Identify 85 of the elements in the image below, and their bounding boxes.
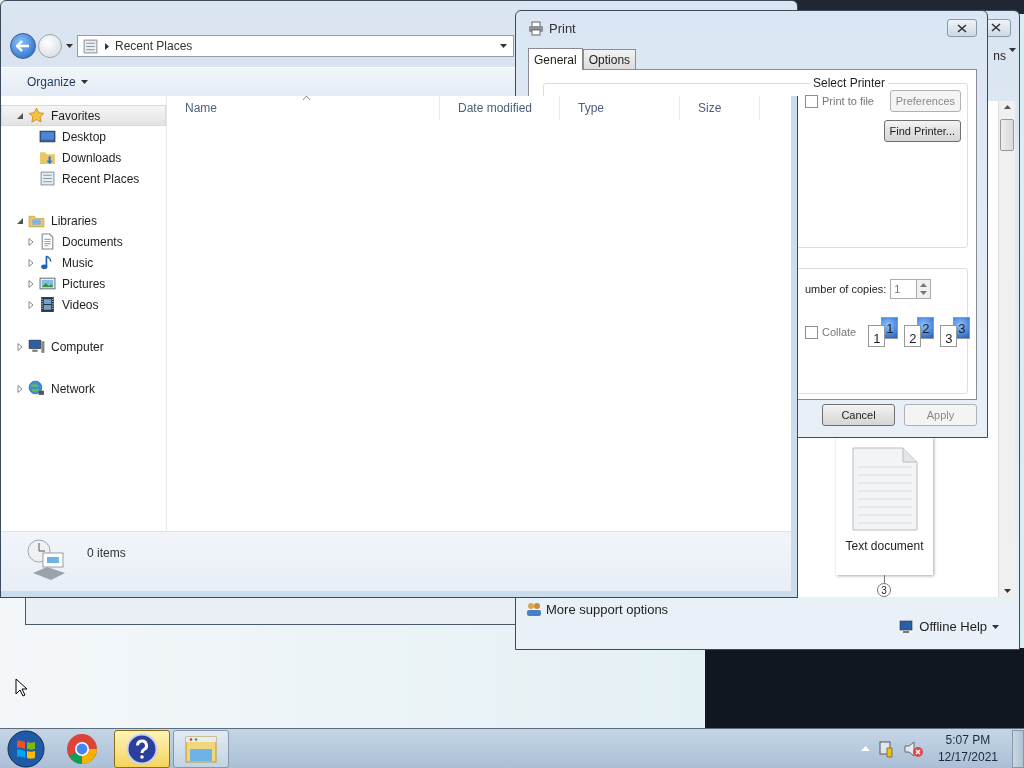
tree-item[interactable]: Computer bbox=[1, 336, 166, 357]
page-thumbnail: 3 bbox=[940, 325, 958, 347]
breadcrumb-arrow-icon bbox=[105, 42, 109, 50]
collapsed-arrow-icon[interactable] bbox=[27, 258, 35, 267]
caret-icon bbox=[992, 624, 999, 629]
toolbar-label[interactable]: ns bbox=[993, 48, 1006, 65]
tab[interactable]: General bbox=[528, 48, 583, 70]
computer-icon bbox=[28, 338, 45, 355]
page-thumbnail: 1 bbox=[868, 325, 886, 347]
tree-item[interactable]: Music bbox=[1, 252, 166, 273]
recent-places-icon bbox=[82, 37, 99, 55]
expanded-arrow-icon[interactable] bbox=[16, 111, 24, 120]
close-icon bbox=[957, 23, 967, 33]
folder-window-icon bbox=[184, 733, 218, 764]
network-warning-icon[interactable] bbox=[877, 739, 896, 758]
star-icon bbox=[28, 107, 45, 124]
support-link[interactable]: More support options bbox=[526, 601, 999, 618]
collapsed-arrow-icon[interactable] bbox=[16, 384, 24, 393]
tree-item[interactable]: Desktop bbox=[1, 126, 166, 147]
document-label: Text document bbox=[845, 539, 924, 554]
text-document-icon bbox=[851, 447, 918, 532]
tree-item[interactable]: Documents bbox=[1, 231, 166, 252]
show-hidden-icons-icon[interactable] bbox=[860, 746, 870, 751]
collapsed-arrow-icon[interactable] bbox=[16, 342, 24, 351]
show-desktop-button[interactable] bbox=[1012, 729, 1024, 768]
start-button[interactable] bbox=[6, 728, 46, 768]
scrollbar-thumb[interactable] bbox=[1000, 119, 1014, 152]
item-count: 0 items bbox=[87, 546, 126, 560]
page-thumbnail: 2 bbox=[904, 325, 922, 347]
taskbar-button[interactable] bbox=[114, 729, 170, 768]
recent-places-icon bbox=[39, 170, 56, 187]
copies-field[interactable]: 1 bbox=[890, 279, 917, 299]
tree-item[interactable]: Network bbox=[1, 378, 166, 399]
tree-item[interactable]: Recent Places bbox=[1, 168, 166, 189]
clock[interactable]: 5:07 PM 12/17/2021 bbox=[931, 731, 1004, 766]
help-icon bbox=[126, 732, 158, 765]
spin-arrows-icon[interactable] bbox=[916, 279, 932, 299]
find-printer-button[interactable]: Find Printer... bbox=[883, 120, 961, 142]
checkbox-label: Collate bbox=[822, 326, 857, 338]
expanded-arrow-icon[interactable] bbox=[16, 216, 24, 225]
desktop-icon bbox=[39, 128, 56, 145]
tree-item[interactable]: Favorites bbox=[1, 105, 166, 126]
offline-help-button[interactable]: Offline Help bbox=[898, 619, 999, 635]
checkbox[interactable] bbox=[805, 94, 818, 108]
breadcrumb[interactable]: Recent Places bbox=[115, 39, 193, 53]
checkbox[interactable] bbox=[805, 325, 818, 339]
back-arrow-icon bbox=[16, 40, 30, 52]
organize-button[interactable]: Organize bbox=[19, 75, 96, 89]
collapsed-arrow-icon[interactable] bbox=[27, 300, 35, 309]
network-icon bbox=[28, 380, 45, 397]
caret-icon bbox=[80, 80, 88, 84]
tree-item[interactable]: Libraries bbox=[1, 210, 166, 231]
copies-label: umber of copies: bbox=[805, 283, 887, 295]
mouse-pointer-icon bbox=[15, 678, 27, 697]
close-button[interactable] bbox=[947, 19, 977, 37]
caret-icon bbox=[500, 44, 507, 48]
tree-item[interactable]: Videos bbox=[1, 294, 166, 315]
printer-icon bbox=[528, 20, 544, 36]
dialog-title: Print bbox=[549, 20, 576, 36]
tree-item[interactable]: Downloads bbox=[1, 147, 166, 168]
tree-item[interactable]: Pictures bbox=[1, 273, 166, 294]
group-title: Select Printer bbox=[812, 76, 887, 90]
scroll-up-icon bbox=[1003, 105, 1011, 110]
close-icon bbox=[991, 23, 1001, 32]
scroll-down-icon bbox=[1003, 589, 1011, 594]
cancel-button[interactable]: Cancel bbox=[822, 404, 895, 426]
caret-icon bbox=[66, 44, 73, 48]
picture-icon bbox=[39, 275, 56, 292]
back-button[interactable] bbox=[10, 33, 36, 59]
tab[interactable]: Options bbox=[582, 49, 637, 69]
collapsed-arrow-icon[interactable] bbox=[27, 237, 35, 246]
scrollbar[interactable] bbox=[998, 101, 1015, 598]
browser-icon bbox=[66, 732, 98, 765]
folder-download-icon bbox=[39, 149, 56, 166]
checkbox-label: Print to file bbox=[822, 95, 874, 107]
start-orb-icon bbox=[7, 729, 45, 768]
recent-pages-button[interactable] bbox=[64, 44, 75, 48]
collapsed-arrow-icon[interactable] bbox=[27, 279, 35, 288]
film-icon bbox=[39, 296, 56, 313]
address-bar[interactable]: Recent Places bbox=[77, 35, 514, 57]
computer-icon bbox=[898, 619, 915, 634]
caret-icon bbox=[1009, 48, 1016, 53]
people-icon bbox=[526, 601, 542, 618]
document-icon bbox=[39, 233, 56, 250]
muted-speaker-icon[interactable] bbox=[903, 739, 924, 758]
